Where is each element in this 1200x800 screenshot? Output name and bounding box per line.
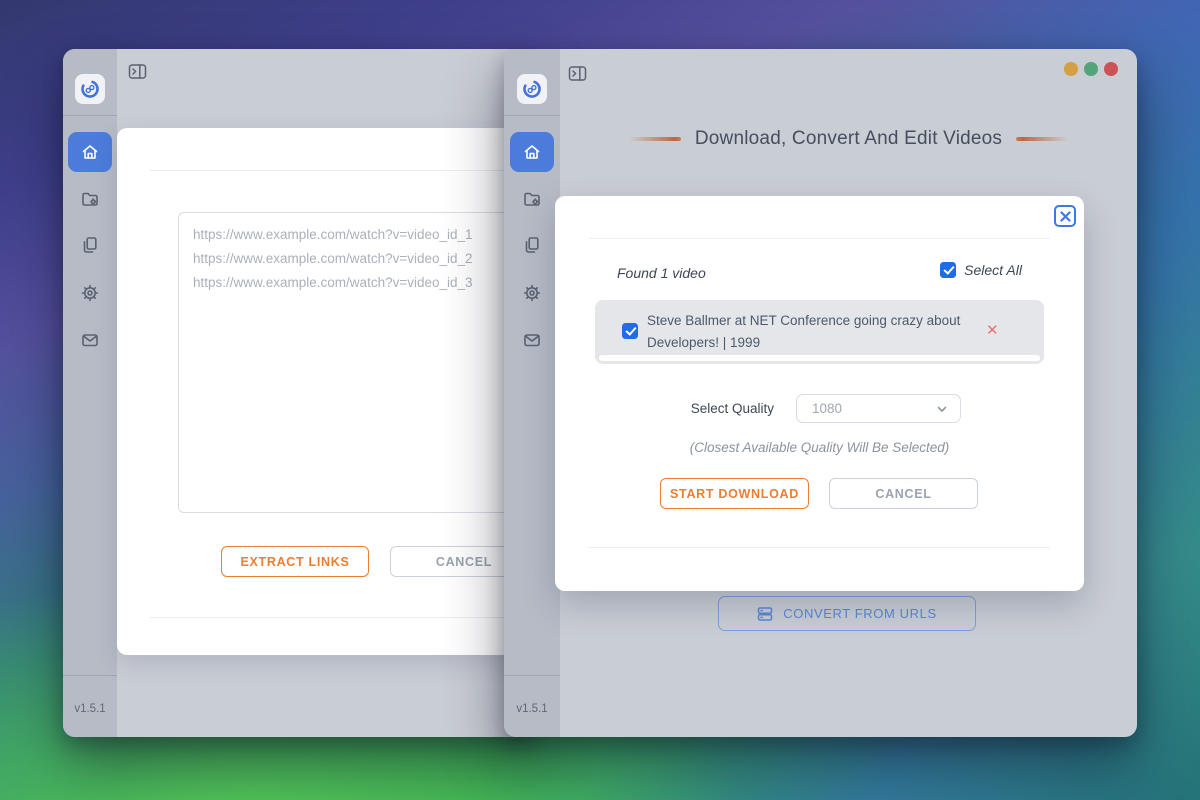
close-icon xyxy=(1060,211,1071,222)
sidebar-divider xyxy=(504,115,560,116)
sidebar-item-downloads[interactable] xyxy=(80,189,100,209)
title-ornament-left xyxy=(629,137,681,141)
app-logo xyxy=(517,74,547,104)
sidebar-item-batch[interactable] xyxy=(80,235,100,255)
video-title: Steve Ballmer at NET Conference going cr… xyxy=(647,310,973,353)
sidebar-footer-divider xyxy=(504,675,560,676)
mail-icon xyxy=(522,330,542,350)
sidebar: v1.5.1 xyxy=(63,49,117,737)
sidebar-item-home[interactable] xyxy=(510,132,554,172)
sidebar-toggle-button[interactable] xyxy=(568,64,587,83)
quality-select[interactable]: 1080 xyxy=(796,394,961,423)
folder-settings-icon xyxy=(80,189,100,209)
sidebar-item-downloads[interactable] xyxy=(522,189,542,209)
minimize-button[interactable] xyxy=(1064,62,1078,76)
page-title: Download, Convert And Edit Videos xyxy=(695,128,1002,150)
close-window-button[interactable] xyxy=(1104,62,1118,76)
maximize-button[interactable] xyxy=(1084,62,1098,76)
urls-input[interactable] xyxy=(178,212,533,513)
select-all-control[interactable]: Select All xyxy=(940,262,1022,278)
sidebar-footer-divider xyxy=(63,675,117,676)
folder-settings-icon xyxy=(522,189,542,209)
mail-icon xyxy=(80,330,100,350)
sidebar-divider xyxy=(63,115,117,116)
extract-links-button[interactable]: EXTRACT LINKS xyxy=(221,546,369,577)
quality-label: Select Quality xyxy=(555,401,774,416)
select-all-label: Select All xyxy=(964,262,1022,278)
desktop-wallpaper: v1.5.1 EXTRACT LINKS CANCEL xyxy=(0,0,1200,800)
sidebar-item-contact[interactable] xyxy=(522,330,542,350)
video-checkbox[interactable] xyxy=(622,323,638,339)
quality-helper-text: (Closest Available Quality Will Be Selec… xyxy=(555,440,1084,455)
page-title-row: Download, Convert And Edit Videos xyxy=(560,127,1137,151)
found-videos-modal: Found 1 video Select All Steve Ballmer a… xyxy=(555,196,1084,591)
horizontal-scrollbar[interactable] xyxy=(599,355,1040,361)
modal-header-divider xyxy=(589,238,1050,239)
server-stack-icon xyxy=(757,606,773,622)
select-all-checkbox[interactable] xyxy=(940,262,956,278)
cancel-button[interactable]: CANCEL xyxy=(829,478,978,509)
panel-expand-icon xyxy=(568,64,587,83)
card-footer-divider xyxy=(150,617,533,618)
convert-from-urls-button[interactable]: CONVERT FROM URLS xyxy=(718,596,976,631)
version-label: v1.5.1 xyxy=(504,703,560,715)
home-icon xyxy=(522,142,542,162)
version-label: v1.5.1 xyxy=(63,703,117,715)
sidebar-item-settings[interactable] xyxy=(80,283,100,303)
sidebar-item-home[interactable] xyxy=(68,132,112,172)
app-logo-icon xyxy=(79,78,101,100)
modal-close-button[interactable] xyxy=(1054,205,1076,227)
sidebar-item-contact[interactable] xyxy=(80,330,100,350)
found-count-label: Found 1 video xyxy=(617,265,706,281)
gear-icon xyxy=(80,283,100,303)
title-ornament-right xyxy=(1016,137,1068,141)
sidebar-toggle-button[interactable] xyxy=(128,62,147,81)
window-controls xyxy=(1064,62,1118,76)
sidebar-item-settings[interactable] xyxy=(522,283,542,303)
gear-icon xyxy=(522,283,542,303)
convert-from-urls-label: CONVERT FROM URLS xyxy=(783,606,936,621)
copy-documents-icon xyxy=(80,235,100,255)
panel-expand-icon xyxy=(128,62,147,81)
quality-selected-value: 1080 xyxy=(812,401,936,416)
remove-video-icon[interactable]: ✕ xyxy=(986,321,999,339)
window-convert-urls: v1.5.1 EXTRACT LINKS CANCEL xyxy=(63,49,533,737)
copy-documents-icon xyxy=(522,235,542,255)
app-logo-icon xyxy=(521,78,543,100)
home-icon xyxy=(80,142,100,162)
chevron-down-icon xyxy=(936,403,948,415)
sidebar-item-batch[interactable] xyxy=(522,235,542,255)
window-main: v1.5.1 Download, Convert And Edit Videos xyxy=(504,49,1137,737)
video-list-item[interactable]: Steve Ballmer at NET Conference going cr… xyxy=(595,300,1044,364)
sidebar: v1.5.1 xyxy=(504,49,560,737)
start-download-button[interactable]: START DOWNLOAD xyxy=(660,478,809,509)
modal-footer-divider xyxy=(589,547,1050,548)
app-logo xyxy=(75,74,105,104)
convert-urls-card: EXTRACT LINKS CANCEL xyxy=(117,128,533,655)
card-header-divider xyxy=(150,170,533,171)
